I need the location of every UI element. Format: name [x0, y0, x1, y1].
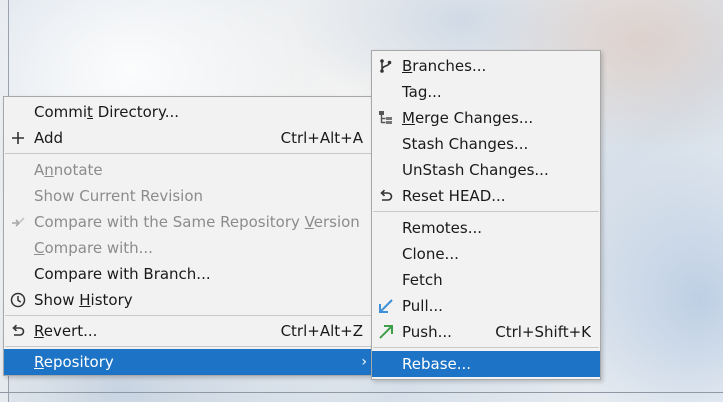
- menu-item-label: Clone...: [402, 245, 459, 263]
- menu-item-branches[interactable]: Branches...: [372, 53, 600, 79]
- menu-item-reset-head[interactable]: Reset HEAD...: [372, 183, 600, 209]
- menu-item-label: Rebase...: [402, 355, 472, 373]
- window-border: [0, 392, 723, 393]
- context-menu: Commit Directory... Add Ctrl+Alt+A Annot…: [3, 96, 373, 376]
- push-arrow-icon: [377, 323, 395, 341]
- menu-item-rebase[interactable]: Rebase...: [372, 351, 600, 377]
- menu-item-fetch[interactable]: Fetch: [372, 267, 600, 293]
- menu-item-label: Add: [34, 129, 64, 147]
- menu-item-label: Tag...: [402, 83, 442, 101]
- menu-separator: [373, 347, 599, 348]
- menu-item-label: Show History: [34, 291, 133, 309]
- submenu-arrow-icon: ›: [361, 354, 367, 370]
- menu-separator: [5, 346, 371, 347]
- compare-arrows-icon: [9, 213, 27, 231]
- menu-item-commit-directory[interactable]: Commit Directory...: [4, 99, 372, 125]
- menu-item-unstash-changes[interactable]: UnStash Changes...: [372, 157, 600, 183]
- menu-separator: [373, 211, 599, 212]
- menu-item-label: Remotes...: [402, 219, 482, 237]
- menu-item-repository[interactable]: Repository ›: [4, 349, 372, 375]
- menu-item-label: Pull...: [402, 297, 443, 315]
- menu-item-revert[interactable]: Revert... Ctrl+Alt+Z: [4, 318, 372, 344]
- repository-submenu: Branches... Tag... Merge Changes... Stas…: [371, 50, 601, 380]
- menu-item-show-current-revision[interactable]: Show Current Revision: [4, 183, 372, 209]
- menu-item-label: Repository: [34, 353, 114, 371]
- menu-item-pull[interactable]: Pull...: [372, 293, 600, 319]
- menu-item-merge-changes[interactable]: Merge Changes...: [372, 105, 600, 131]
- menu-item-label: Compare with Branch...: [34, 265, 211, 283]
- menu-item-label: Compare with...: [34, 239, 153, 257]
- branch-icon: [377, 57, 395, 75]
- menu-item-label: Revert...: [34, 322, 98, 340]
- menu-separator: [5, 315, 371, 316]
- menu-item-compare-with-branch[interactable]: Compare with Branch...: [4, 261, 372, 287]
- clock-icon: [9, 291, 27, 309]
- menu-item-compare-with[interactable]: Compare with...: [4, 235, 372, 261]
- menu-item-stash-changes[interactable]: Stash Changes...: [372, 131, 600, 157]
- menu-item-label: Reset HEAD...: [402, 187, 506, 205]
- menu-item-label: Merge Changes...: [402, 109, 534, 127]
- menu-item-label: Commit Directory...: [34, 103, 180, 121]
- menu-item-label: UnStash Changes...: [402, 161, 549, 179]
- menu-item-add[interactable]: Add Ctrl+Alt+A: [4, 125, 372, 151]
- menu-item-remotes[interactable]: Remotes...: [372, 215, 600, 241]
- menu-item-label: Push...: [402, 323, 452, 341]
- menu-item-show-history[interactable]: Show History: [4, 287, 372, 313]
- plus-icon: [9, 129, 27, 147]
- menu-item-label: Branches...: [402, 57, 487, 75]
- merge-tree-icon: [377, 109, 395, 127]
- pull-arrow-icon: [377, 297, 395, 315]
- menu-item-label: Compare with the Same Repository Version: [34, 213, 360, 231]
- undo-arrow-icon: [377, 187, 395, 205]
- menu-item-label: Show Current Revision: [34, 187, 204, 205]
- menu-item-push[interactable]: Push... Ctrl+Shift+K: [372, 319, 600, 345]
- menu-item-shortcut: Ctrl+Alt+Z: [280, 322, 363, 340]
- menu-item-shortcut: Ctrl+Alt+A: [280, 129, 363, 147]
- menu-item-label: Annotate: [34, 161, 103, 179]
- menu-item-annotate[interactable]: Annotate: [4, 157, 372, 183]
- menu-item-compare-same-repository[interactable]: Compare with the Same Repository Version: [4, 209, 372, 235]
- menu-item-label: Stash Changes...: [402, 135, 529, 153]
- menu-separator: [5, 153, 371, 154]
- undo-arrow-icon: [9, 322, 27, 340]
- menu-item-clone[interactable]: Clone...: [372, 241, 600, 267]
- menu-item-label: Fetch: [402, 271, 443, 289]
- menu-item-tag[interactable]: Tag...: [372, 79, 600, 105]
- menu-item-shortcut: Ctrl+Shift+K: [495, 323, 591, 341]
